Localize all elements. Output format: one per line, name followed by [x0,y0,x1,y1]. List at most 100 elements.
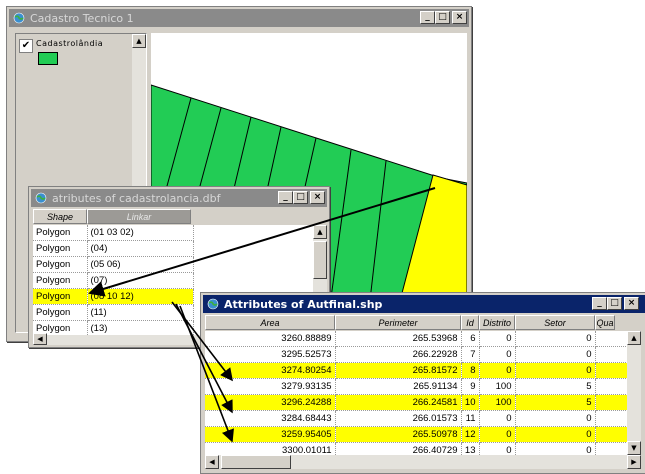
cell-perimeter[interactable]: 266.40729 [335,442,462,455]
table-row[interactable]: Polygon (08 10 12) [33,288,194,305]
cell-qua[interactable] [595,378,627,395]
column-header-id[interactable]: Id [461,315,479,330]
cell-linkar[interactable]: (05 06) [87,256,194,273]
cell-area[interactable]: 3300.01011 [205,442,336,455]
cell-id[interactable]: 6 [461,331,480,347]
cell-area[interactable]: 3284.68443 [205,410,336,427]
cell-area[interactable]: 3274.80254 [205,362,336,379]
table-row[interactable]: Polygon (05 06) [33,256,194,273]
cell-linkar[interactable]: (04) [87,240,194,257]
scroll-down-icon[interactable]: ▼ [627,441,641,455]
cell-perimeter[interactable]: 265.81572 [335,362,462,379]
cell-setor[interactable]: 0 [515,426,596,443]
cell-area[interactable]: 3279.93135 [205,378,336,395]
cell-id[interactable]: 13 [461,442,480,455]
cell-linkar[interactable]: (07) [87,272,194,289]
map-window-titlebar[interactable]: Cadastro Tecnico 1 _ □ × [9,9,469,27]
cell-qua[interactable] [595,442,627,455]
close-button[interactable]: × [310,191,325,204]
minimize-button[interactable]: _ [278,191,293,204]
maximize-button[interactable]: □ [293,191,308,204]
column-header-area[interactable]: Area [205,315,335,330]
cell-distrito[interactable]: 100 [479,378,516,395]
scroll-left-icon[interactable]: ◀ [33,333,47,345]
cell-shape[interactable]: Polygon [33,304,88,321]
cell-perimeter[interactable]: 265.91134 [335,378,462,395]
scroll-left-icon[interactable]: ◀ [205,455,219,469]
cell-shape[interactable]: Polygon [33,272,88,289]
cell-linkar[interactable]: (13) [87,320,194,335]
shp-window-titlebar[interactable]: Attributes of Autfinal.shp _ □ × [203,295,645,313]
column-header-shape[interactable]: Shape [33,209,87,224]
table-row[interactable]: 3279.93135 265.91134 9 100 5 [205,378,627,395]
cell-qua[interactable] [595,346,627,363]
cell-setor[interactable]: 5 [515,394,596,411]
cell-distrito[interactable]: 0 [479,426,516,443]
column-header-distrito[interactable]: Distrito [479,315,515,330]
cell-perimeter[interactable]: 265.53968 [335,331,462,347]
cell-setor[interactable]: 0 [515,442,596,455]
cell-perimeter[interactable]: 266.01573 [335,410,462,427]
cell-shape[interactable]: Polygon [33,225,88,241]
cell-distrito[interactable]: 0 [479,362,516,379]
cell-id[interactable]: 11 [461,410,480,427]
cell-linkar[interactable]: (08 10 12) [87,288,194,305]
scroll-right-icon[interactable]: ▶ [627,455,641,469]
close-button[interactable]: × [624,297,639,310]
cell-perimeter[interactable]: 266.24581 [335,394,462,411]
table-row[interactable]: 3284.68443 266.01573 11 0 0 [205,410,627,427]
cell-shape[interactable]: Polygon [33,256,88,273]
scroll-up-icon[interactable]: ▲ [132,34,146,48]
cell-setor[interactable]: 0 [515,331,596,347]
maximize-button[interactable]: □ [607,297,622,310]
cell-id[interactable]: 9 [461,378,480,395]
table-row[interactable]: Polygon (11) [33,304,194,321]
shp-vertical-scrollbar[interactable]: ▲ ▼ [627,331,641,455]
table-row[interactable]: 3300.01011 266.40729 13 0 0 [205,442,627,455]
cell-qua[interactable] [595,362,627,379]
minimize-button[interactable]: _ [592,297,607,310]
cell-distrito[interactable]: 0 [479,346,516,363]
scroll-up-icon[interactable]: ▲ [627,331,641,345]
column-header-qua[interactable]: Qua [595,315,615,330]
cell-id[interactable]: 8 [461,362,480,379]
cell-distrito[interactable]: 0 [479,331,516,347]
scroll-thumb[interactable] [221,455,291,469]
table-row[interactable]: Polygon (01 03 02) [33,225,194,241]
cell-area[interactable]: 3296.24288 [205,394,336,411]
close-button[interactable]: × [452,11,467,24]
scroll-thumb[interactable] [313,241,327,279]
cell-linkar[interactable]: (01 03 02) [87,225,194,241]
table-row[interactable]: 3260.88889 265.53968 6 0 0 [205,331,627,347]
cell-setor[interactable]: 0 [515,410,596,427]
maximize-button[interactable]: □ [435,11,450,24]
layer-name[interactable]: Cadastrolândia [36,39,103,48]
scroll-up-icon[interactable]: ▲ [313,225,327,239]
cell-id[interactable]: 7 [461,346,480,363]
cell-setor[interactable]: 0 [515,346,596,363]
cell-qua[interactable] [595,410,627,427]
cell-area[interactable]: 3295.52573 [205,346,336,363]
cell-area[interactable]: 3259.95405 [205,426,336,443]
column-header-linkar[interactable]: Linkar [87,209,191,224]
column-header-setor[interactable]: Setor [515,315,595,330]
cell-distrito[interactable]: 100 [479,394,516,411]
table-row[interactable]: 3274.80254 265.81572 8 0 0 [205,362,627,379]
table-row[interactable]: 3296.24288 266.24581 10 100 5 [205,394,627,411]
column-header-perimeter[interactable]: Perimeter [335,315,461,330]
table-row[interactable]: 3295.52573 266.22928 7 0 0 [205,346,627,363]
shp-window[interactable]: Attributes of Autfinal.shp _ □ × Area Pe… [200,292,645,474]
cell-qua[interactable] [595,331,627,347]
cell-shape[interactable]: Polygon [33,288,88,305]
cell-shape[interactable]: Polygon [33,240,88,257]
cell-linkar[interactable]: (11) [87,304,194,321]
cell-qua[interactable] [595,426,627,443]
cell-setor[interactable]: 5 [515,378,596,395]
cell-perimeter[interactable]: 266.22928 [335,346,462,363]
cell-distrito[interactable]: 0 [479,442,516,455]
minimize-button[interactable]: _ [420,11,435,24]
table-row[interactable]: Polygon (04) [33,240,194,257]
layer-visibility-checkbox[interactable]: ✔ [19,39,33,53]
table-row[interactable]: Polygon (07) [33,272,194,289]
dbf-window-titlebar[interactable]: atributes of cadastrolancia.dbf _ □ × [31,189,327,207]
